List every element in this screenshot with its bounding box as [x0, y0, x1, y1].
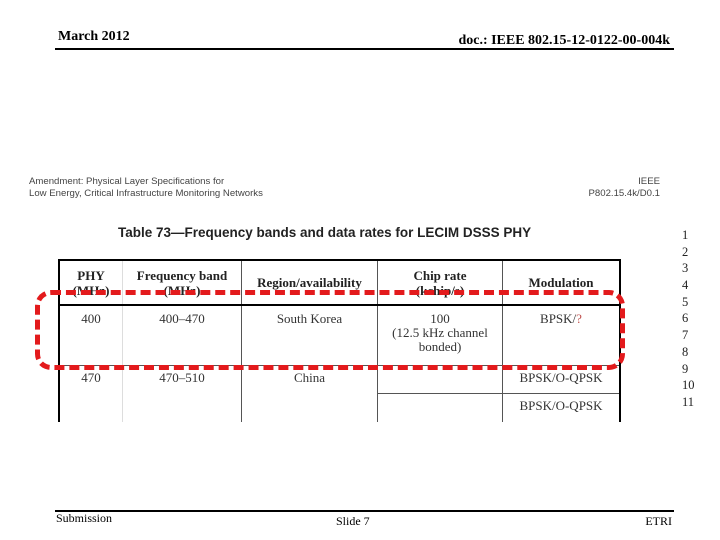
amendment-line-2: Low Energy, Critical Infrastructure Moni…: [29, 188, 263, 199]
amendment-title: Amendment: Physical Layer Specifications…: [29, 176, 263, 200]
footer-divider: [55, 510, 674, 512]
table-caption: Table 73—Frequency bands and data rates …: [118, 225, 532, 240]
line-number: 10: [682, 378, 695, 393]
header-doc-id: doc.: IEEE 802.15-12-0122-00-004k: [458, 33, 670, 48]
cell-chip-rate: [377, 393, 503, 422]
cell-modulation: BPSK/O-QPSK: [502, 393, 621, 422]
ieee-line-1: IEEE: [638, 176, 660, 187]
line-number: 11: [682, 394, 695, 409]
line-number: 7: [682, 328, 689, 343]
cell-band: 470–510: [122, 365, 242, 422]
line-number: 5: [682, 294, 689, 309]
footer-slide-number: Slide 7: [336, 514, 370, 528]
line-number: 6: [682, 311, 689, 326]
line-number: 2: [682, 244, 689, 259]
header-divider: [55, 48, 674, 50]
amendment-line-1: Amendment: Physical Layer Specifications…: [29, 176, 225, 187]
footer-submission: Submission: [56, 511, 113, 525]
line-number: 8: [682, 344, 689, 359]
cell-region: China: [241, 365, 378, 422]
line-numbers: 1 2 3 4 5 6 7 8 9 10 11: [682, 227, 695, 411]
ieee-line-2: P802.15.4k/D0.1: [588, 188, 660, 199]
ieee-draft-id: IEEE P802.15.4k/D0.1: [589, 176, 660, 200]
footer-organization: ETRI: [645, 514, 672, 528]
line-number: 1: [682, 228, 689, 242]
line-number: 9: [682, 361, 689, 376]
highlight-dashed-box: [35, 290, 625, 370]
header-date: March 2012: [58, 29, 130, 44]
line-number: 3: [682, 261, 689, 276]
line-number: 4: [682, 278, 689, 293]
cell-phy: 470: [58, 365, 123, 422]
